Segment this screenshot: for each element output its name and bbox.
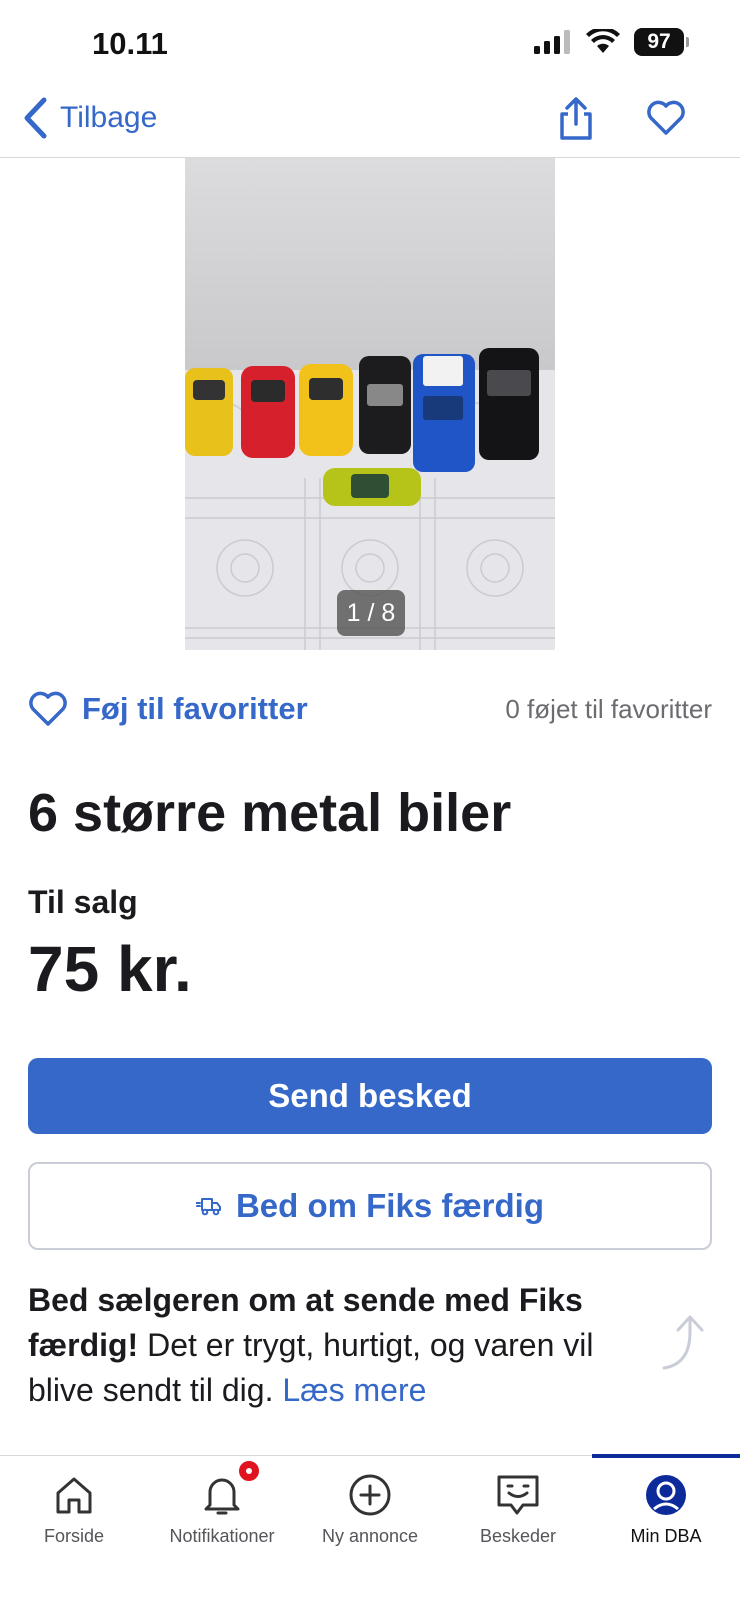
fiks-faerdig-button[interactable]: Bed om Fiks færdig (28, 1162, 712, 1250)
tab-ny-annonce-icon-wrap (348, 1470, 392, 1520)
tab-label: Min DBA (630, 1526, 702, 1546)
tab-beskeder[interactable]: Beskeder (444, 1456, 592, 1600)
heart-icon (647, 100, 685, 135)
bell-icon (204, 1478, 240, 1515)
top-nav: Tilbage (0, 90, 740, 158)
back-label: Tilbage (60, 101, 158, 134)
read-more-link[interactable]: Læs mere (282, 1372, 426, 1408)
share-button[interactable] (558, 96, 594, 147)
status-bar: 10.11 97 (0, 0, 740, 90)
heart-icon (29, 691, 67, 726)
favorite-top-button[interactable] (646, 100, 686, 141)
product-photo (185, 158, 555, 650)
delivery-truck-icon (195, 1198, 221, 1216)
listing-type: Til salg (28, 884, 138, 920)
wifi-icon (586, 29, 620, 53)
tab-forside-icon-wrap (53, 1470, 95, 1520)
scroll-to-top-button[interactable] (660, 1312, 714, 1379)
home-icon (56, 1477, 92, 1514)
share-icon (560, 97, 592, 140)
back-button[interactable]: Tilbage (22, 96, 157, 140)
signal-icon (534, 30, 570, 54)
listing-price: 75 kr. (28, 933, 192, 1005)
tab-label: Ny annonce (321, 1526, 419, 1546)
tab-label: Beskeder (479, 1526, 557, 1546)
fiks-info-text: Bed sælgeren om at sende med Fiks færdig… (28, 1278, 638, 1413)
tab-label: Notifikationer (169, 1526, 275, 1546)
tab-notifikationer-icon-wrap (202, 1458, 262, 1520)
listing-title: 6 større metal biler (28, 783, 512, 843)
battery-level: 97 (647, 30, 671, 53)
battery-indicator: 97 (634, 28, 689, 56)
tab-min-dba-icon-wrap (644, 1470, 688, 1520)
image-pager: 1 / 8 (337, 590, 405, 636)
fiks-faerdig-label: Bed om Fiks færdig (235, 1187, 545, 1224)
chevron-left-icon (24, 97, 47, 139)
tab-forside[interactable]: Forside (0, 1456, 148, 1600)
status-icons: 97 (534, 28, 689, 56)
tab-notifikationer[interactable]: Notifikationer (148, 1456, 296, 1600)
notification-badge (236, 1458, 262, 1484)
bottom-tab-bar: Forside Notifikationer Ny annonce Besked… (0, 1454, 740, 1600)
profile-icon (646, 1475, 686, 1515)
favorites-count: 0 føjet til favoritter (505, 693, 712, 724)
arrow-up-icon (662, 1315, 704, 1370)
plus-circle-icon (349, 1474, 391, 1516)
add-to-favorites-label: Føj til favoritter (82, 691, 308, 726)
tab-min-dba[interactable]: Min DBA (592, 1454, 740, 1600)
tab-ny-annonce[interactable]: Ny annonce (296, 1456, 444, 1600)
chat-icon (497, 1475, 539, 1515)
send-message-button[interactable]: Send besked (28, 1058, 712, 1134)
tab-label: Forside (43, 1526, 105, 1546)
tab-beskeder-icon-wrap (495, 1470, 541, 1520)
product-image-gallery[interactable] (185, 158, 555, 650)
add-to-favorites-button[interactable]: Føj til favoritter (28, 691, 308, 727)
status-time: 10.11 (92, 26, 168, 61)
favorites-row: Føj til favoritter 0 føjet til favoritte… (28, 686, 712, 732)
